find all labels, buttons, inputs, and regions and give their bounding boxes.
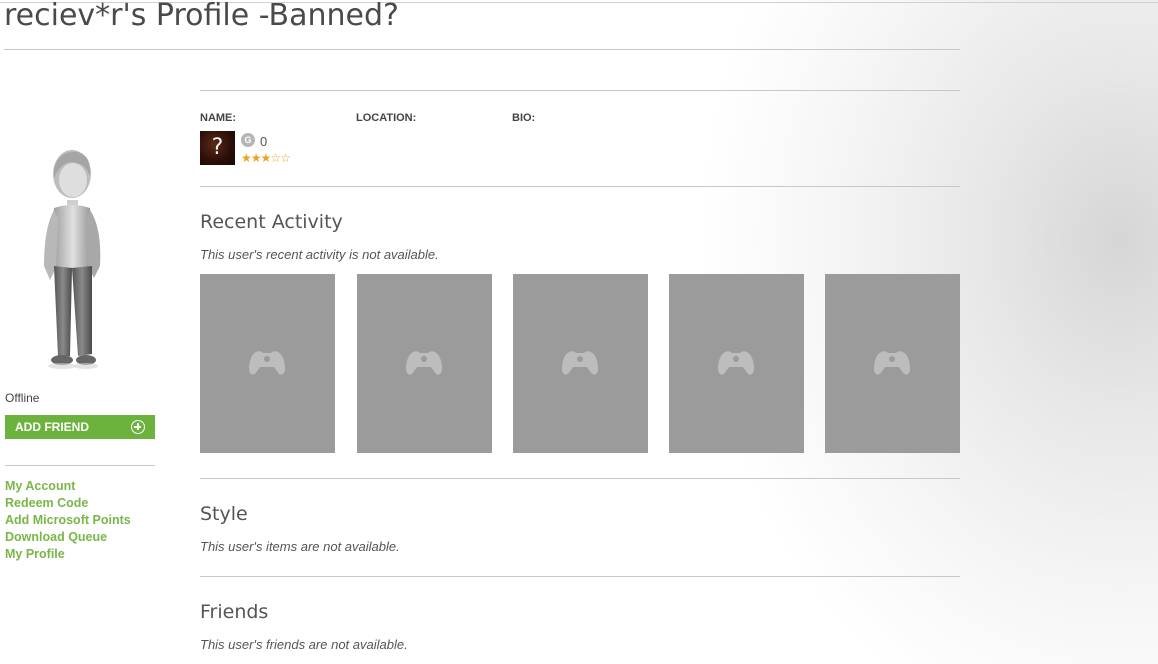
activity-tile[interactable]: [357, 274, 492, 453]
title-divider: [4, 49, 960, 50]
star-filled-icon: ★: [250, 151, 262, 165]
link-add-microsoft-points[interactable]: Add Microsoft Points: [5, 512, 131, 529]
gamerpic: ?: [200, 131, 235, 165]
presence-status: Offline: [5, 391, 40, 405]
location-label: LOCATION:: [356, 112, 417, 124]
profile-top-divider: [200, 90, 960, 91]
add-friend-label: ADD FRIEND: [15, 420, 89, 434]
friends-divider: [200, 576, 960, 577]
profile-bottom-divider: [200, 186, 960, 187]
controller-icon: [718, 351, 754, 375]
friends-title: Friends: [200, 601, 269, 623]
star-empty-icon: ☆: [270, 151, 281, 165]
activity-tile[interactable]: [513, 274, 648, 453]
link-my-profile[interactable]: My Profile: [5, 546, 131, 563]
gamerscore-icon: G: [241, 133, 255, 147]
style-title: Style: [200, 503, 248, 525]
avatar-image: [44, 150, 101, 369]
friends-note: This user's friends are not available.: [200, 637, 408, 652]
plus-circle-icon: [131, 420, 145, 434]
gamerscore-value: 0: [260, 134, 268, 149]
add-friend-button[interactable]: ADD FRIEND: [5, 415, 155, 439]
star-filled-icon: ★: [241, 151, 252, 165]
star-empty-icon: ☆: [280, 151, 291, 165]
activity-tile[interactable]: [825, 274, 960, 453]
bio-label: BIO:: [512, 112, 536, 124]
page-title: reciev*r's Profile -Banned?: [4, 0, 399, 33]
controller-icon: [406, 351, 442, 375]
star-filled-icon: ★: [260, 151, 272, 165]
style-divider: [200, 478, 960, 479]
controller-icon: [249, 351, 285, 375]
link-my-account[interactable]: My Account: [5, 478, 131, 495]
link-download-queue[interactable]: Download Queue: [5, 529, 131, 546]
controller-icon: [874, 351, 910, 375]
sidebar-divider: [5, 465, 155, 466]
link-redeem-code[interactable]: Redeem Code: [5, 495, 131, 512]
activity-tile[interactable]: [669, 274, 804, 453]
activity-tile[interactable]: [200, 274, 335, 453]
style-note: This user's items are not available.: [200, 539, 400, 554]
recent-activity-title: Recent Activity: [200, 211, 343, 233]
controller-icon: [562, 351, 598, 375]
recent-activity-note: This user's recent activity is not avail…: [200, 247, 439, 262]
account-links: My Account Redeem Code Add Microsoft Poi…: [5, 478, 131, 563]
reputation-stars: ★★★☆☆: [241, 151, 291, 165]
name-label: NAME:: [200, 112, 237, 124]
